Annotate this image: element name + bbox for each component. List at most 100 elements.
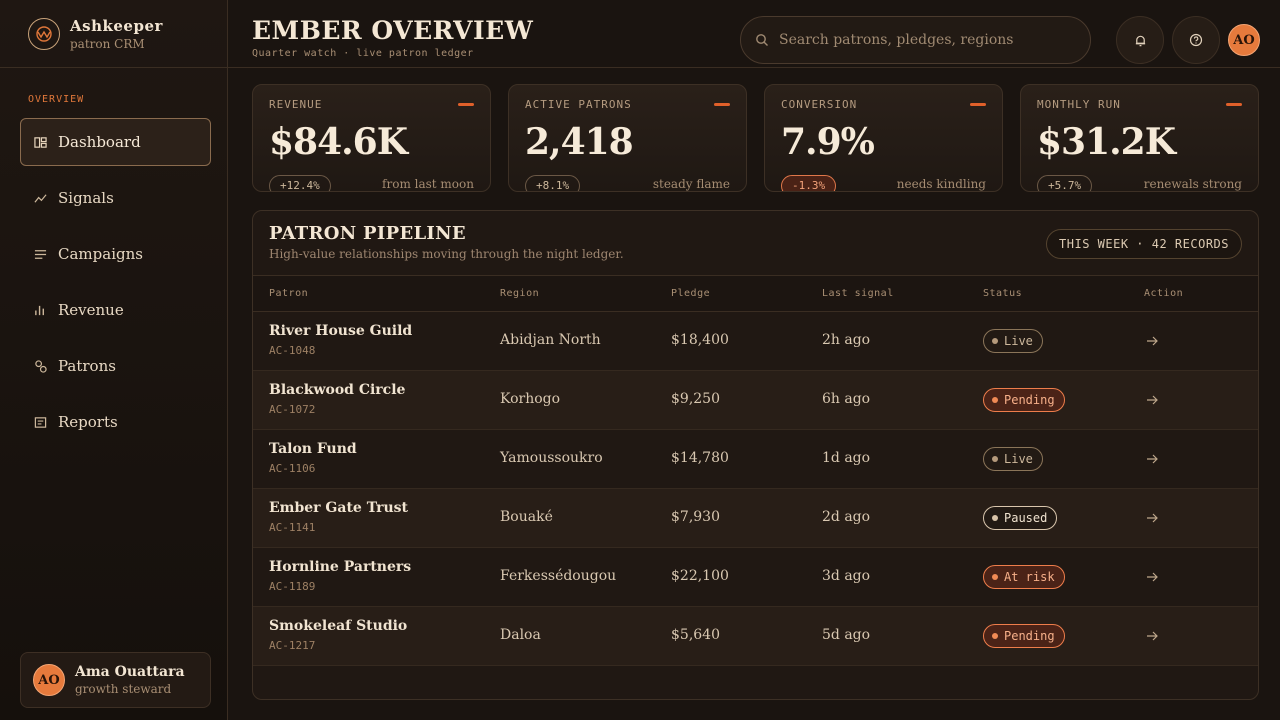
- brand[interactable]: Ashkeeper patron CRM: [0, 0, 227, 68]
- status-label: Live: [1004, 452, 1033, 466]
- brand-subtitle: patron CRM: [70, 36, 145, 51]
- table-row[interactable]: Smokeleaf Studio AC-1217 Daloa $5,640 5d…: [253, 607, 1258, 666]
- region-cell: Yamoussoukro: [500, 450, 603, 466]
- arrow-right-icon[interactable]: [1145, 334, 1159, 348]
- kpi-accent-bar: [714, 103, 730, 106]
- kpi-note: needs kindling: [896, 177, 986, 191]
- arrow-right-icon[interactable]: [1145, 452, 1159, 466]
- table-row[interactable]: Hornline Partners AC-1189 Ferkessédougou…: [253, 548, 1258, 607]
- sidebar-item-reports[interactable]: Reports: [20, 398, 211, 446]
- region-cell: Bouaké: [500, 509, 553, 525]
- status-label: Pending: [1004, 393, 1055, 407]
- kpi-card-conversion: CONVERSION 7.9% -1.3% needs kindling: [764, 84, 1003, 192]
- pledge-cell: $22,100: [671, 568, 729, 584]
- last-signal-cell: 2d ago: [822, 509, 871, 525]
- table-header: Patron Region Pledge Last signal Status …: [253, 275, 1258, 312]
- kpi-accent-bar: [1226, 103, 1242, 106]
- campaigns-icon: [34, 249, 47, 259]
- column-header-last-signal[interactable]: Last signal: [822, 288, 894, 299]
- pledge-cell: $18,400: [671, 332, 729, 348]
- status-label: Paused: [1004, 511, 1048, 525]
- column-header-action: Action: [1144, 288, 1184, 299]
- sidebar-item-label: Campaigns: [58, 245, 143, 263]
- sidebar-nav: Dashboard Signals Campaigns Revenue Patr…: [20, 118, 211, 454]
- user-role: growth steward: [75, 682, 172, 696]
- panel-subtitle: High-value relationships moving through …: [269, 247, 624, 261]
- column-header-status[interactable]: Status: [983, 288, 1022, 299]
- header: EMBER OVERVIEW Quarter watch · live patr…: [228, 0, 1280, 68]
- kpi-delta: +5.7%: [1037, 175, 1093, 191]
- kpi-accent-bar: [458, 103, 474, 106]
- revenue-icon: [35, 305, 44, 315]
- search-icon: [756, 34, 768, 46]
- pledge-cell: $9,250: [671, 391, 720, 407]
- table-row[interactable]: River House Guild AC-1048 Abidjan North …: [253, 312, 1258, 371]
- status-badge: At risk: [983, 565, 1065, 589]
- last-signal-cell: 5d ago: [822, 627, 871, 643]
- kpi-value: $84.6K: [269, 121, 408, 163]
- sidebar-item-dashboard[interactable]: Dashboard: [20, 118, 211, 166]
- status-label: Live: [1004, 334, 1033, 348]
- kpi-label: MONTHLY RUN: [1037, 98, 1121, 111]
- patron-id: AC-1106: [269, 462, 316, 475]
- last-signal-cell: 2h ago: [822, 332, 871, 348]
- kpi-card-monthly-run: MONTHLY RUN $31.2K +5.7% renewals strong: [1020, 84, 1259, 192]
- kpi-accent-bar: [970, 103, 986, 106]
- column-header-patron[interactable]: Patron: [269, 288, 308, 299]
- patrons-icon: [35, 359, 47, 373]
- status-badge: Paused: [983, 506, 1058, 530]
- pledge-cell: $14,780: [671, 450, 729, 466]
- kpi-note: from last moon: [382, 177, 474, 191]
- region-cell: Daloa: [500, 627, 541, 643]
- help-icon: [1189, 33, 1203, 47]
- kpi-delta: -1.3%: [781, 175, 837, 191]
- dashboard-icon: [34, 136, 47, 148]
- kpi-label: ACTIVE PATRONS: [525, 98, 632, 111]
- signals-icon: [34, 193, 47, 203]
- search-bar[interactable]: [740, 16, 1091, 64]
- kpi-note: steady flame: [652, 177, 730, 191]
- panel-title: PATRON PIPELINE: [269, 223, 466, 244]
- help-button[interactable]: [1172, 16, 1220, 64]
- sidebar-item-label: Reports: [58, 413, 118, 431]
- sidebar-item-revenue[interactable]: Revenue: [20, 286, 211, 334]
- table-row[interactable]: Ember Gate Trust AC-1141 Bouaké $7,930 2…: [253, 489, 1258, 548]
- kpi-delta: +12.4%: [269, 175, 331, 191]
- user-name: Ama Ouattara: [75, 664, 185, 680]
- sidebar-item-patrons[interactable]: Patrons: [20, 342, 211, 390]
- pledge-cell: $5,640: [671, 627, 720, 643]
- arrow-right-icon[interactable]: [1145, 393, 1159, 407]
- patron-name: Ember Gate Trust: [269, 500, 409, 516]
- patron-id: AC-1048: [269, 344, 316, 357]
- sidebar-item-campaigns[interactable]: Campaigns: [20, 230, 211, 278]
- patron-pipeline-panel: PATRON PIPELINE High-value relationships…: [252, 210, 1259, 700]
- notifications-button[interactable]: [1116, 16, 1164, 64]
- kpi-card-revenue: REVENUE $84.6K +12.4% from last moon: [252, 84, 491, 192]
- status-dot: [992, 574, 998, 580]
- last-signal-cell: 1d ago: [822, 450, 871, 466]
- page-subtitle: Quarter watch · live patron ledger: [252, 48, 474, 59]
- reports-icon: [34, 416, 47, 428]
- status-label: At risk: [1004, 570, 1055, 584]
- table-row[interactable]: Talon Fund AC-1106 Yamoussoukro $14,780 …: [253, 430, 1258, 489]
- header-avatar[interactable]: AO: [1228, 24, 1260, 56]
- records-filter-chip[interactable]: THIS WEEK · 42 RECORDS: [1046, 229, 1242, 259]
- patron-id: AC-1141: [269, 521, 316, 534]
- sidebar-item-signals[interactable]: Signals: [20, 174, 211, 222]
- arrow-right-icon[interactable]: [1145, 570, 1159, 584]
- column-header-region[interactable]: Region: [500, 288, 539, 299]
- user-card[interactable]: AO Ama Ouattara growth steward: [20, 652, 211, 708]
- page-title: EMBER OVERVIEW: [252, 16, 534, 45]
- table-row[interactable]: Blackwood Circle AC-1072 Korhogo $9,250 …: [253, 371, 1258, 430]
- patron-name: River House Guild: [269, 323, 413, 339]
- sidebar: Ashkeeper patron CRM OVERVIEW Dashboard …: [0, 0, 228, 720]
- arrow-right-icon[interactable]: [1145, 511, 1159, 525]
- status-badge: Live: [983, 447, 1043, 471]
- patron-id: AC-1072: [269, 403, 316, 416]
- arrow-right-icon[interactable]: [1145, 629, 1159, 643]
- column-header-pledge[interactable]: Pledge: [671, 288, 710, 299]
- sidebar-item-label: Revenue: [58, 301, 124, 319]
- patron-name: Blackwood Circle: [269, 382, 406, 398]
- search-input[interactable]: [779, 32, 1069, 48]
- status-dot: [992, 397, 998, 403]
